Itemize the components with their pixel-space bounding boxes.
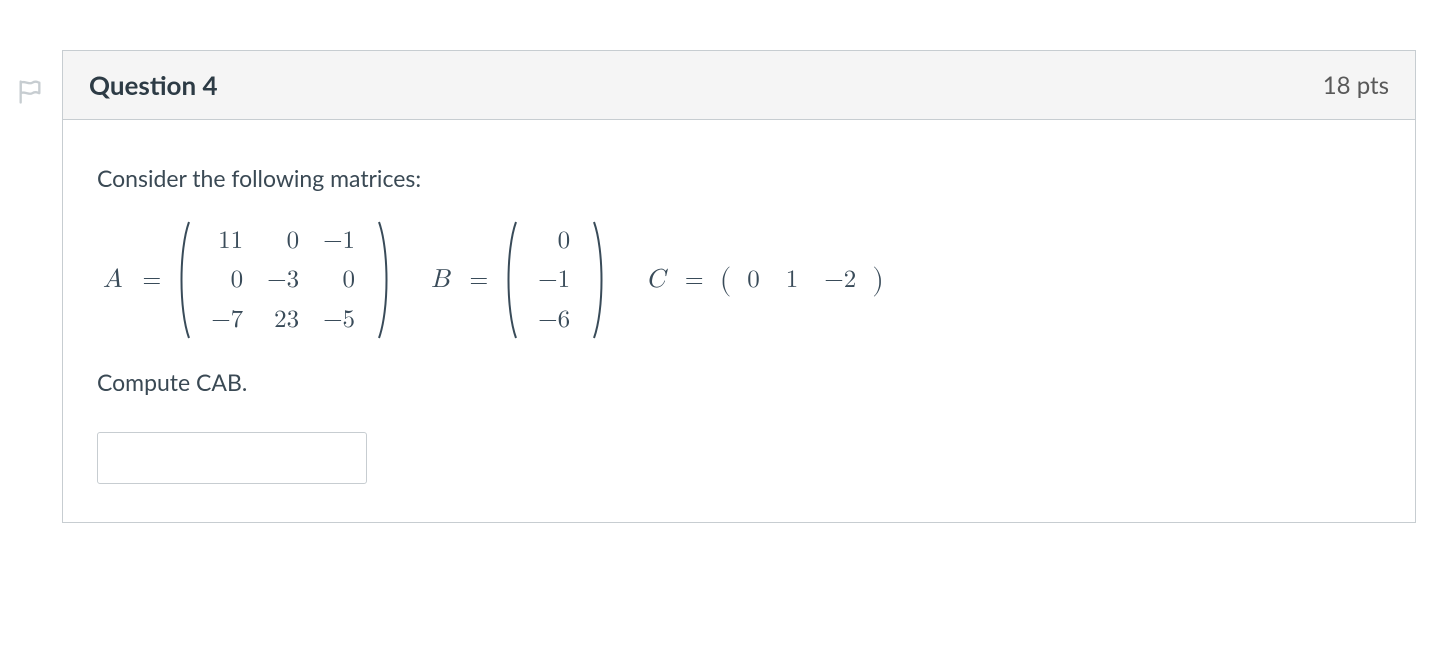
right-paren-C: ) [870,265,886,295]
equals-C: = [685,266,704,295]
matrix-cell: 0 [526,221,582,260]
right-paren-A [377,220,391,340]
question-card: Question 4 18 pts Consider the following… [62,50,1416,523]
left-paren-C: ( [718,265,734,295]
left-paren-A [175,220,189,340]
right-paren-B [592,220,606,340]
matrix-A: A = 110−1 0−30 −723−5 [103,220,391,340]
matrix-cell: 11 [199,221,255,260]
matrix-label-C: C [646,265,665,296]
matrix-cell: −5 [311,300,367,339]
matrix-A-cells: 110−1 0−30 −723−5 [199,221,367,339]
matrix-cell: 0 [311,260,367,299]
equals-B: = [469,266,488,295]
question-points: 18 pts [1323,71,1389,100]
matrix-cell: −7 [199,300,255,339]
matrix-cell: −1 [526,260,582,299]
matrix-label-B: B [431,265,449,296]
matrix-B-cells: 0 −1 −6 [526,221,582,339]
matrix-C: C = ( 0 1 −2 ) [646,265,886,296]
matrix-cell: 0 [199,260,255,299]
matrix-B: B = 0 −1 −6 [431,220,606,340]
matrix-cell: 23 [255,300,311,339]
matrix-C-cells: ( 0 1 −2 ) [718,265,886,295]
left-paren-B [502,220,516,340]
question-body: Consider the following matrices: A = 110… [63,120,1415,522]
question-title: Question 4 [89,69,218,101]
question-prompt: Consider the following matrices: [97,164,1381,192]
matrix-cell: 0 [255,221,311,260]
matrix-cell: 1 [774,265,811,295]
flag-icon[interactable] [16,78,44,106]
matrix-cell: −6 [526,300,582,339]
matrix-cell: 0 [735,265,772,295]
matrix-label-A: A [103,265,123,296]
matrix-cell: −2 [812,265,868,295]
matrix-row: A = 110−1 0−30 −723−5 B [103,220,1381,340]
question-header: Question 4 18 pts [63,51,1415,120]
compute-line: Compute CAB. [97,368,1381,396]
equals-A: = [143,266,162,295]
answer-input[interactable] [97,432,367,484]
matrix-cell: −3 [255,260,311,299]
matrix-cell: −1 [311,221,367,260]
